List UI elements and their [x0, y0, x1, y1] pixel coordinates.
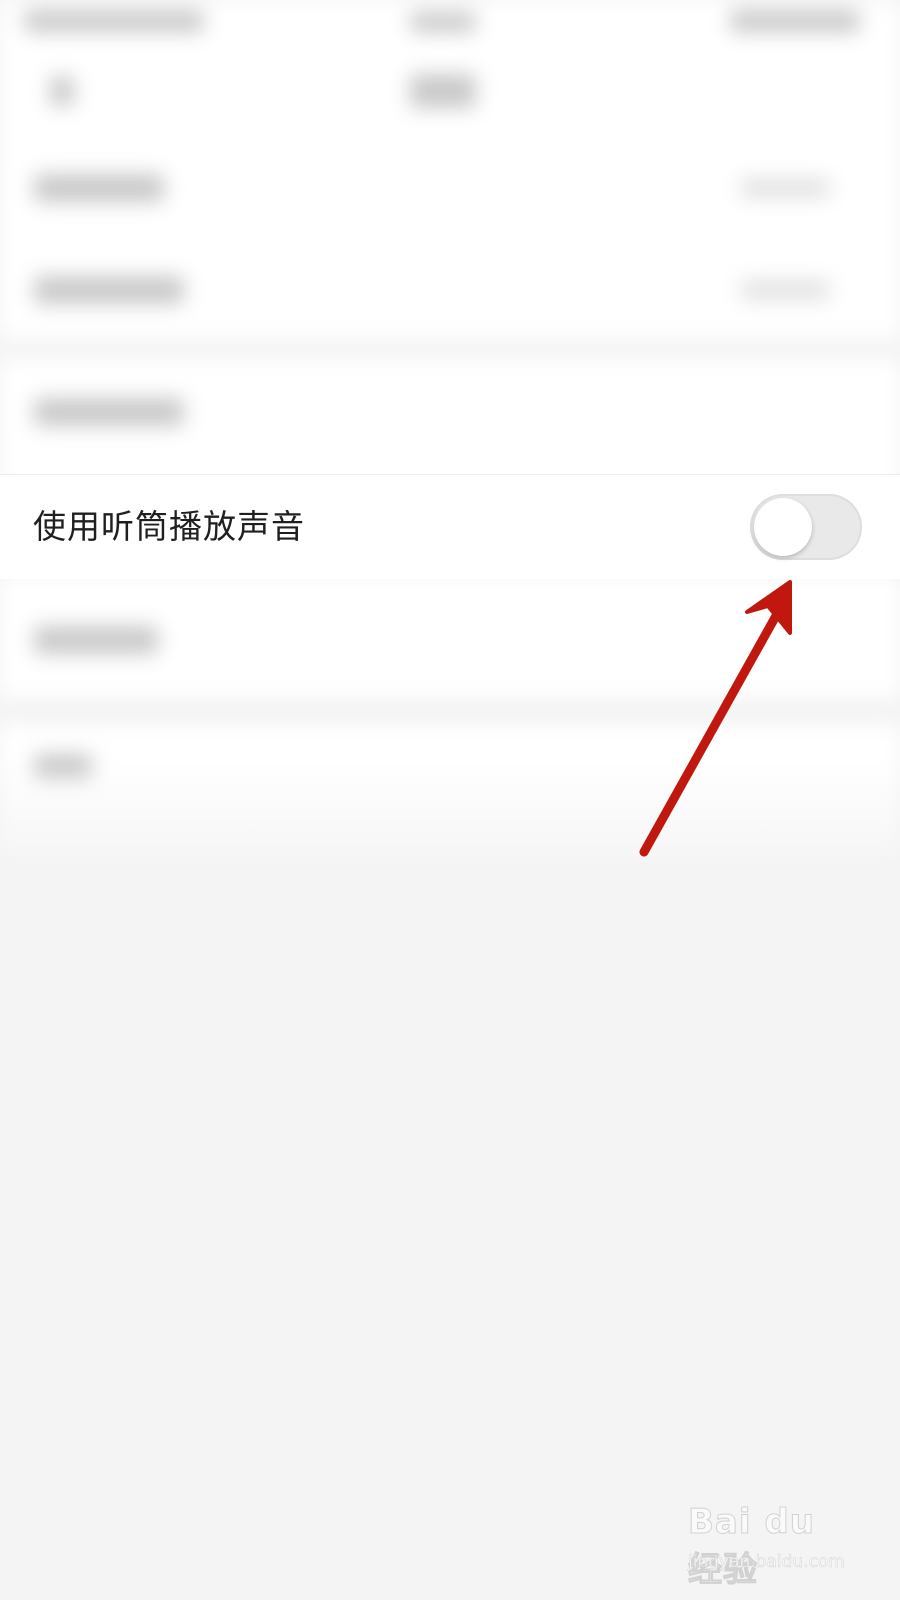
earpiece-playback-setting-row[interactable]: 使用听筒播放声音 — [0, 474, 900, 579]
status-bar-center-blur — [410, 12, 476, 32]
watermark-logo: Bai du 经验 — [688, 1502, 815, 1591]
setting-row-1-value-blur — [740, 178, 830, 198]
page-title-blur — [410, 74, 476, 108]
status-bar-right-blur — [730, 10, 860, 32]
section-divider-blur-2 — [0, 700, 900, 722]
setting-row-2-blur[interactable] — [34, 276, 184, 304]
back-icon[interactable] — [50, 76, 74, 106]
section-divider-blur — [0, 340, 900, 358]
toggle-knob[interactable] — [754, 498, 812, 556]
status-bar-left-blur — [24, 10, 204, 32]
earpiece-playback-toggle[interactable] — [750, 494, 862, 560]
setting-label: 使用听筒播放声音 — [33, 507, 305, 546]
blur-fade — [0, 760, 900, 880]
setting-row-2-value-blur — [740, 280, 830, 300]
settings-screen: 使用听筒播放声音 Bai du 经验 jingyan.baidu.com — [0, 0, 900, 1600]
watermark-url: jingyan.baidu.com — [688, 1552, 845, 1573]
blurred-settings-background — [0, 0, 900, 860]
baidu-jingyan-watermark: Bai du 经验 jingyan.baidu.com — [688, 1502, 858, 1591]
setting-row-1-blur[interactable] — [34, 174, 164, 202]
setting-row-3-blur[interactable] — [34, 398, 184, 426]
setting-row-4-blur[interactable] — [34, 626, 158, 654]
